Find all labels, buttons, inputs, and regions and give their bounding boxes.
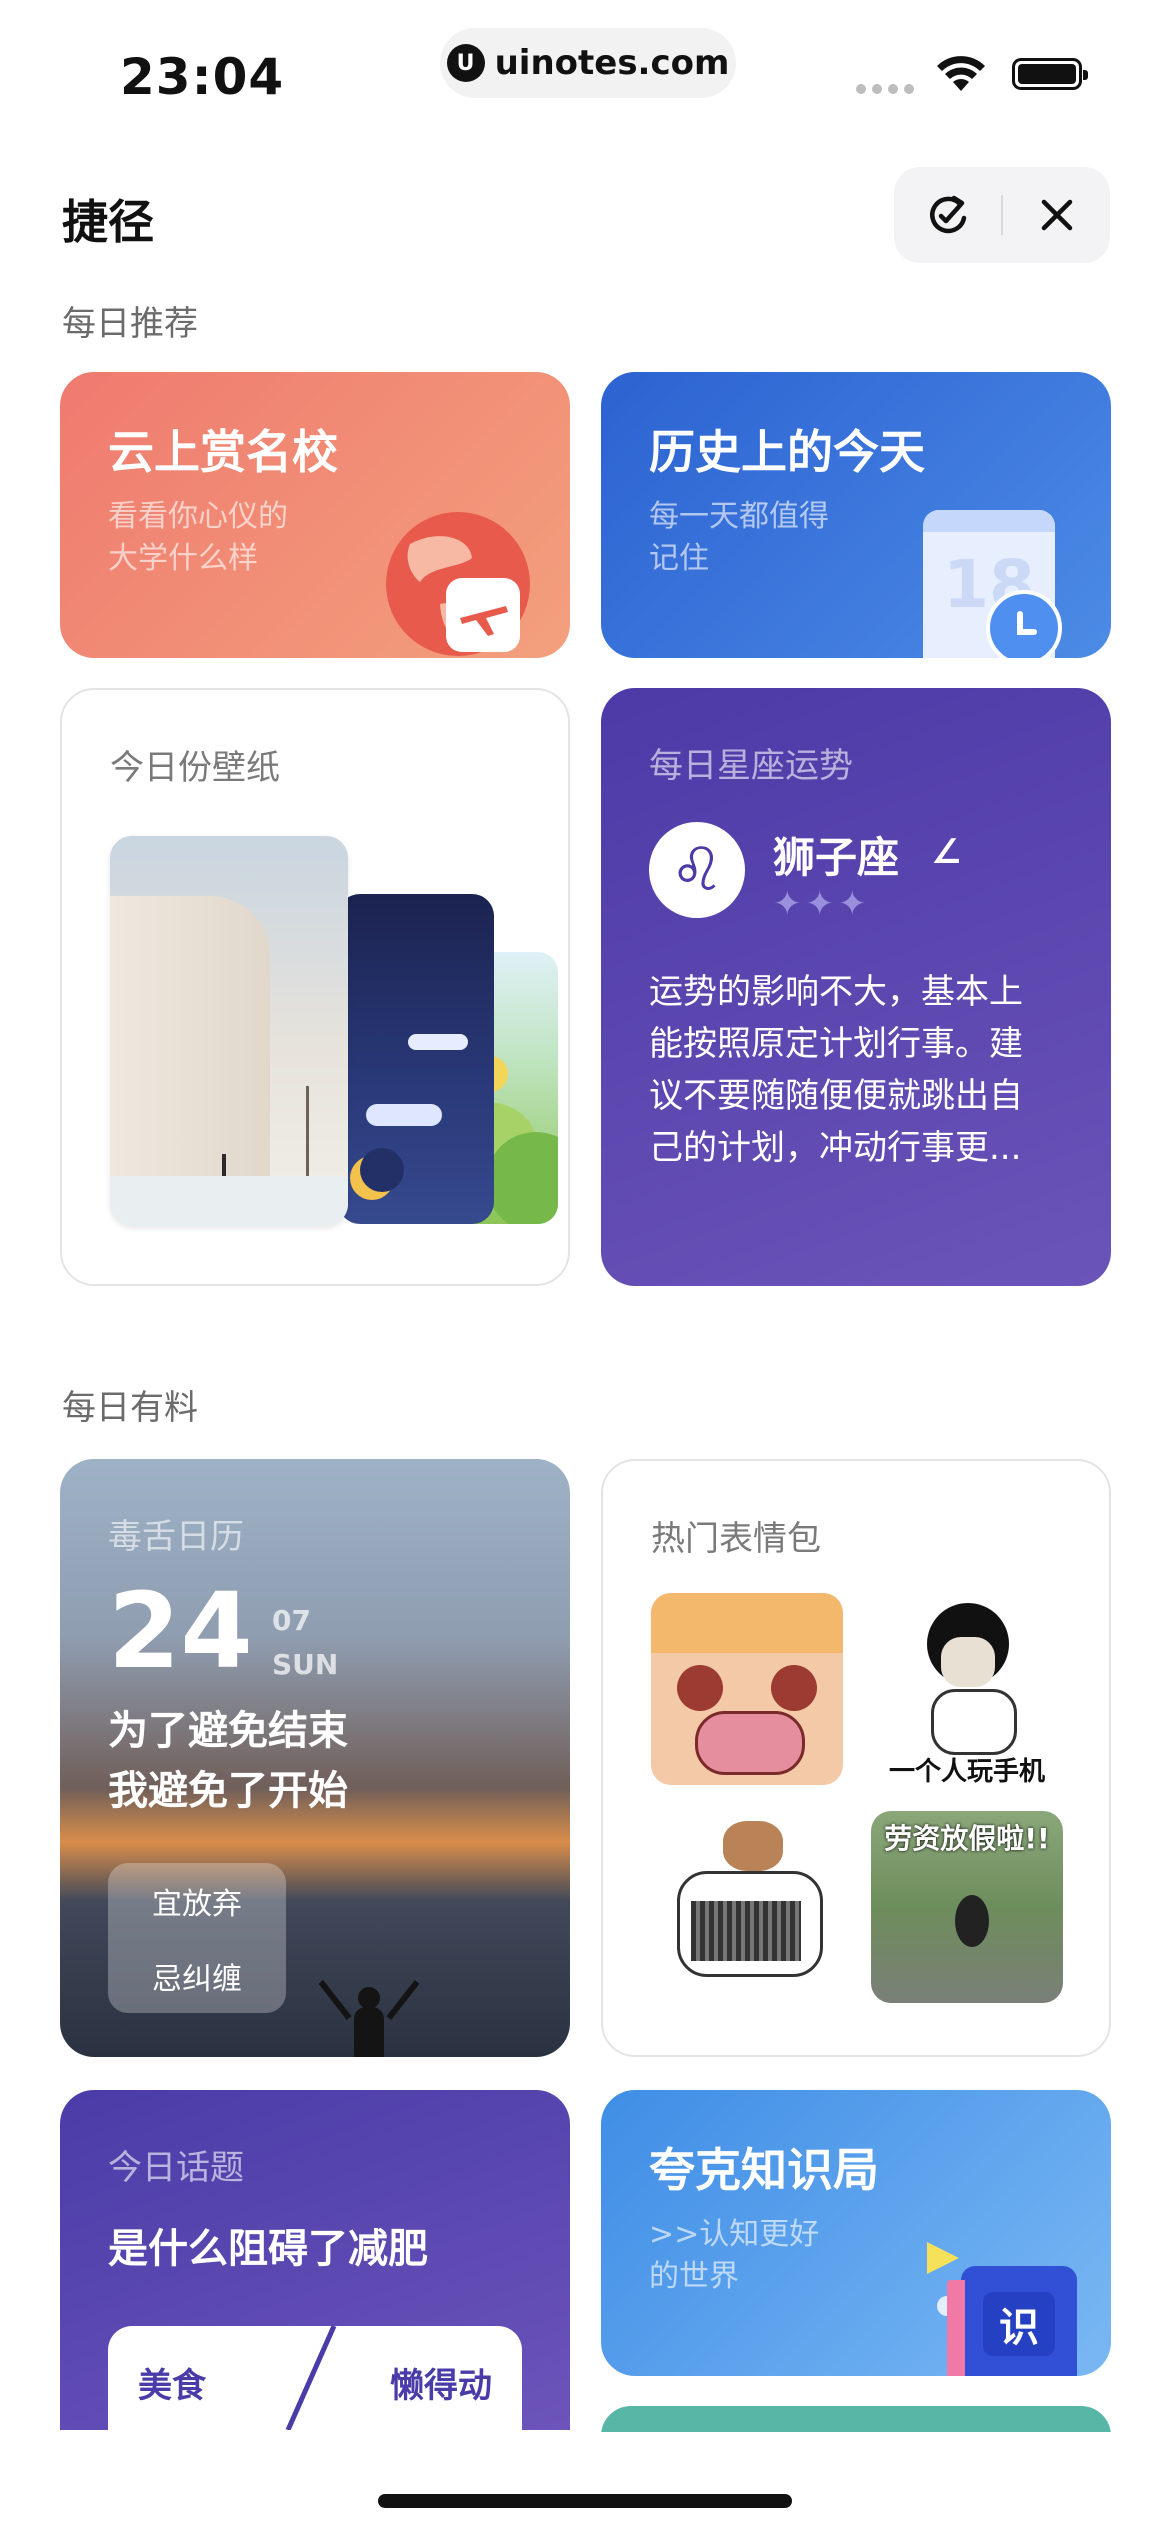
card-title: 夸克知识局: [649, 2143, 879, 2197]
meme-running-chicken[interactable]: 劳资放假啦!!: [871, 1811, 1063, 2003]
leo-icon: ♌: [649, 822, 745, 918]
card-snarky-calendar[interactable]: 毒舌日历 24 07 SUN 为了避免结束 我避免了开始 宜放弃 忌纠缠: [60, 1459, 570, 2057]
url-pill[interactable]: U uinotes.com: [440, 28, 736, 98]
calendar-quote: 为了避免结束 我避免了开始: [108, 1708, 348, 1814]
meme-phone-guy[interactable]: 一个人玩手机: [871, 1593, 1063, 1787]
refresh-check-icon: [929, 195, 966, 234]
calendar-day: 24: [108, 1570, 253, 1692]
card-title: 云上赏名校: [108, 425, 338, 479]
fortune-text: 运势的影响不大，基本上 能按照原定计划行事。建 议不要随随便便就跳出自 己的计划…: [649, 972, 1023, 1168]
card-school-tour[interactable]: 云上赏名校 看看你心仪的 大学什么样: [60, 372, 570, 658]
card-label: 今日话题: [108, 2148, 244, 2188]
section-daily-recommend: 每日推荐: [62, 304, 198, 344]
topic-option-a[interactable]: 美食: [138, 2358, 206, 2407]
topic-option-b[interactable]: 懒得动: [390, 2358, 492, 2407]
card-hot-memes[interactable]: 热门表情包 一个人玩手机 劳资放假啦!!: [601, 1459, 1111, 2057]
swimmer-silhouette: [318, 1965, 420, 2057]
card-subtitle: 每一天都值得 记住: [649, 499, 829, 576]
header-actions: [894, 167, 1110, 263]
book-icon: 识: [947, 2266, 1077, 2376]
close-button[interactable]: [1003, 167, 1110, 263]
meme-cat-organ[interactable]: [651, 1811, 843, 2003]
card-label: 今日份壁纸: [110, 748, 280, 788]
page-title: 捷径: [62, 195, 154, 249]
card-history-today[interactable]: 历史上的今天 每一天都值得 记住 18: [601, 372, 1111, 658]
card-subtitle: >>认知更好 的世界: [649, 2217, 820, 2294]
home-indicator[interactable]: [378, 2494, 792, 2508]
cellular-signal-icon: [856, 84, 914, 94]
clock-icon: [986, 590, 1062, 658]
card-title: 历史上的今天: [649, 425, 925, 479]
battery-icon: [1012, 58, 1088, 90]
card-horoscope[interactable]: 每日星座运势 ♌ 狮子座 ∠ ✦✦✦ 运势的影响不大，基本上 能按照原定计划行事…: [601, 688, 1111, 1286]
chevron-icon: ∠: [931, 832, 962, 872]
wifi-icon: [937, 56, 985, 91]
play-triangle-icon: [927, 2242, 959, 2274]
wallpaper-thumbnail-2: [338, 894, 494, 1224]
calendar-weekday: SUN: [272, 1648, 339, 1681]
card-quark-knowledge[interactable]: 夸克知识局 >>认知更好 的世界 识: [601, 2090, 1111, 2376]
meme-crying-girl[interactable]: [651, 1593, 843, 1785]
card-subtitle: 看看你心仪的 大学什么样: [108, 499, 288, 576]
url-text: uinotes.com: [494, 43, 730, 83]
card-wallpaper[interactable]: 今日份壁纸 小满: [60, 688, 570, 1286]
section-daily-content: 每日有料: [62, 1388, 198, 1428]
topic-vote-bar: 美食 懒得动: [108, 2326, 522, 2430]
topic-title: 是什么阻碍了减肥: [108, 2226, 428, 2272]
zodiac-sign: 狮子座: [773, 833, 900, 882]
fortune-stars: ✦✦✦: [773, 884, 871, 924]
card-label: 每日星座运势: [649, 746, 853, 786]
advice-do: 宜放弃: [152, 1886, 242, 1922]
calendar-date-meta: 07 SUN: [272, 1599, 338, 1687]
advice-dont: 忌纠缠: [152, 1961, 242, 1997]
status-time: 23:04: [120, 48, 285, 106]
bottom-safe-area: [0, 2432, 1170, 2532]
calendar-month: 07: [272, 1604, 311, 1637]
refresh-button[interactable]: [894, 167, 1001, 263]
card-label: 毒舌日历: [108, 1517, 244, 1557]
globe-plane-icon: [386, 512, 530, 656]
calendar-advice: 宜放弃 忌纠缠: [108, 1863, 286, 2013]
site-logo-icon: U: [446, 44, 485, 82]
vote-divider: [285, 2326, 337, 2430]
close-icon: [1041, 199, 1072, 231]
wallpaper-thumbnail-1: [110, 836, 348, 1226]
card-daily-topic[interactable]: 今日话题 是什么阻碍了减肥 美食 懒得动: [60, 2090, 570, 2430]
card-label: 热门表情包: [651, 1519, 821, 1559]
